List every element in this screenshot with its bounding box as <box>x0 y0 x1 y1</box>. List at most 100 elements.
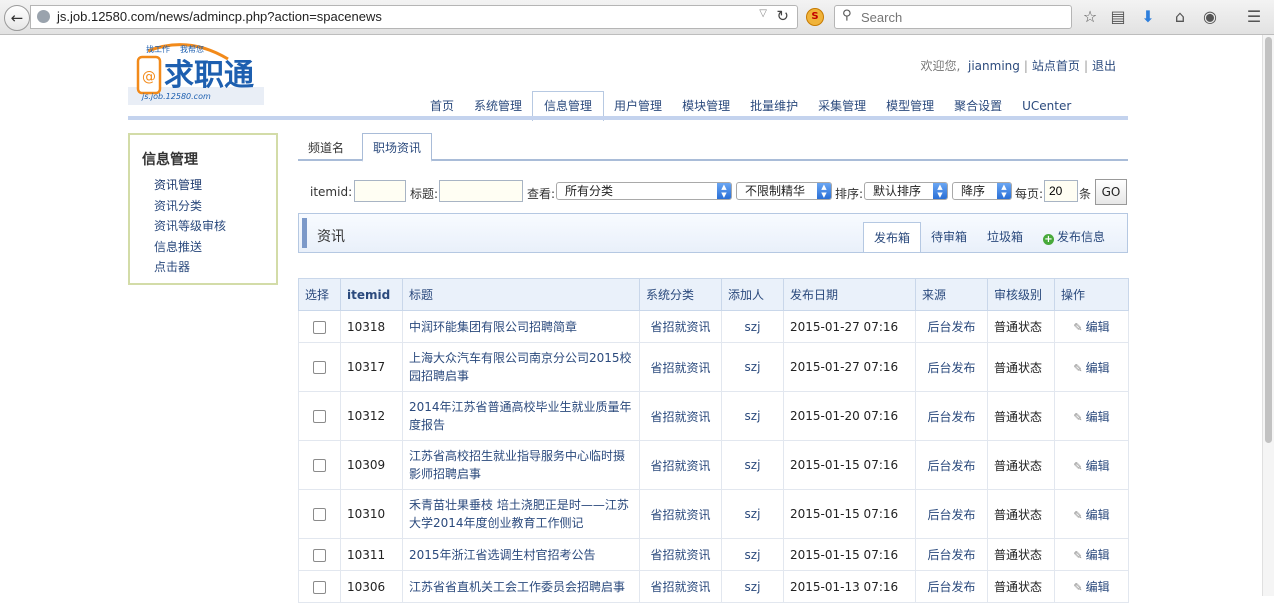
pencil-icon: ✎ <box>1073 361 1083 375</box>
table-row: 10309 江苏省高校招生就业指导服务中心临时摄影师招聘启事 省招就资讯 szj… <box>298 440 1129 490</box>
row-category[interactable]: 省招就资讯 <box>639 538 722 571</box>
row-edit-cell[interactable]: ✎ 编辑 <box>1054 391 1129 441</box>
row-category[interactable]: 省招就资讯 <box>639 342 722 392</box>
col-itemid[interactable]: itemid <box>340 278 403 311</box>
menu-icon[interactable]: ☰ <box>1244 7 1264 26</box>
select-arrows-icon: ▲ ▼ <box>997 183 1011 199</box>
row-author[interactable]: szj <box>721 342 784 392</box>
order-select[interactable]: 降序 ▲ ▼ <box>952 182 1012 200</box>
reading-list-icon[interactable]: ▤ <box>1108 7 1128 26</box>
row-title-link[interactable]: 禾青苗壮果垂枝 培土浇肥正是时——江苏大学2014年度创业教育工作侧记 <box>409 498 629 530</box>
row-category[interactable]: 省招就资讯 <box>639 489 722 539</box>
table-row: 10317 上海大众汽车有限公司南京分公司2015校园招聘启事 省招就资讯 sz… <box>298 342 1129 392</box>
row-source[interactable]: 后台发布 <box>915 538 988 571</box>
dropdown-arrow-icon[interactable]: ▽ <box>759 8 767 19</box>
row-itemid: 10317 <box>340 342 403 392</box>
panel-title: 资讯 <box>317 229 345 245</box>
row-source[interactable]: 后台发布 <box>915 342 988 392</box>
search-input[interactable] <box>859 8 1063 26</box>
row-checkbox[interactable] <box>313 508 326 521</box>
site-home-link[interactable]: 站点首页 <box>1032 59 1080 73</box>
page: @ 找工作 我帮您 求职通 js.job.12580.com 欢迎您, jian… <box>0 35 1262 603</box>
star-icon[interactable]: ☆ <box>1080 7 1100 26</box>
row-category[interactable]: 省招就资讯 <box>639 391 722 441</box>
itemid-input[interactable] <box>354 180 406 202</box>
username-link[interactable]: jianming <box>968 59 1020 73</box>
row-title-cell: 2014年江苏省普通高校毕业生就业质量年度报告 <box>402 391 640 441</box>
row-title-link[interactable]: 2014年江苏省普通高校毕业生就业质量年度报告 <box>409 400 632 432</box>
logo-graphic: @ 找工作 我帮您 求职通 js.job.12580.com <box>128 43 264 105</box>
col-category: 系统分类 <box>639 278 722 311</box>
vertical-scrollbar[interactable] <box>1262 35 1274 596</box>
row-edit-cell[interactable]: ✎ 编辑 <box>1054 440 1129 490</box>
row-level: 普通状态 <box>987 310 1055 343</box>
back-arrow-icon[interactable]: ← <box>4 5 30 31</box>
row-author[interactable]: szj <box>721 440 784 490</box>
title-label: 标题: <box>410 187 439 201</box>
row-source[interactable]: 后台发布 <box>915 440 988 490</box>
logo[interactable]: @ 找工作 我帮您 求职通 js.job.12580.com <box>128 41 264 105</box>
col-source: 来源 <box>915 278 988 311</box>
row-title-cell: 上海大众汽车有限公司南京分公司2015校园招聘启事 <box>402 342 640 392</box>
svg-text:求职通: 求职通 <box>164 58 254 93</box>
search-box[interactable]: ⚲ <box>834 5 1072 29</box>
sidebar-item-clicker[interactable]: 点击器 <box>154 257 226 278</box>
sidebar-item-level-review[interactable]: 资讯等级审核 <box>154 216 226 237</box>
tab-pending-box[interactable]: 待审箱 <box>921 222 977 252</box>
elite-select[interactable]: 不限制精华 ▲ ▼ <box>736 182 832 200</box>
row-author[interactable]: szj <box>721 489 784 539</box>
row-checkbox[interactable] <box>313 459 326 472</box>
row-level: 普通状态 <box>987 538 1055 571</box>
noscript-icon[interactable]: S <box>806 8 824 26</box>
row-source[interactable]: 后台发布 <box>915 489 988 539</box>
reload-icon[interactable]: ↻ <box>776 7 789 25</box>
row-edit-cell[interactable]: ✎ 编辑 <box>1054 538 1129 571</box>
sidebar-item-news-manage[interactable]: 资讯管理 <box>154 175 226 196</box>
go-button[interactable]: GO <box>1095 179 1127 205</box>
row-author[interactable]: szj <box>721 570 784 603</box>
row-category[interactable]: 省招就资讯 <box>639 570 722 603</box>
tab-career-news[interactable]: 职场资讯 <box>362 133 433 162</box>
tab-trash-box[interactable]: 垃圾箱 <box>977 222 1033 252</box>
row-author[interactable]: szj <box>721 310 784 343</box>
row-category[interactable]: 省招就资讯 <box>639 310 722 343</box>
title-input[interactable] <box>439 180 523 202</box>
row-edit-cell[interactable]: ✎ 编辑 <box>1054 570 1129 603</box>
row-title-link[interactable]: 江苏省省直机关工会工作委员会招聘启事 <box>409 580 625 594</box>
tab-publish-box[interactable]: 发布箱 <box>863 222 922 252</box>
publish-info-button[interactable]: + 发布信息 <box>1033 222 1115 252</box>
row-checkbox[interactable] <box>313 361 326 374</box>
row-author[interactable]: szj <box>721 391 784 441</box>
sort-select[interactable]: 默认排序 ▲ ▼ <box>864 182 948 200</box>
row-checkbox[interactable] <box>313 410 326 423</box>
home-icon[interactable]: ⌂ <box>1170 7 1190 26</box>
address-bar[interactable]: js.job.12580.com/news/admincp.php?action… <box>30 5 798 29</box>
row-edit-cell[interactable]: ✎ 编辑 <box>1054 342 1129 392</box>
row-checkbox[interactable] <box>313 548 326 562</box>
row-title-link[interactable]: 中润环能集团有限公司招聘简章 <box>409 320 577 334</box>
row-edit-cell[interactable]: ✎ 编辑 <box>1054 310 1129 343</box>
category-select[interactable]: 所有分类 ▲ ▼ <box>556 182 732 200</box>
scrollbar-thumb[interactable] <box>1265 37 1272 443</box>
row-source[interactable]: 后台发布 <box>915 310 988 343</box>
table-row: 10306 江苏省省直机关工会工作委员会招聘启事 省招就资讯 szj 2015-… <box>298 570 1129 603</box>
sidebar-item-push[interactable]: 信息推送 <box>154 237 226 258</box>
row-author[interactable]: szj <box>721 538 784 571</box>
row-checkbox[interactable] <box>313 580 326 594</box>
row-source[interactable]: 后台发布 <box>915 391 988 441</box>
row-edit-cell[interactable]: ✎ 编辑 <box>1054 489 1129 539</box>
row-title-link[interactable]: 2015年浙江省选调生村官招考公告 <box>409 548 596 562</box>
row-title-link[interactable]: 上海大众汽车有限公司南京分公司2015校园招聘启事 <box>409 351 632 383</box>
svg-text:找工作: 找工作 <box>146 44 170 54</box>
row-category[interactable]: 省招就资讯 <box>639 440 722 490</box>
sidebar-item-news-category[interactable]: 资讯分类 <box>154 196 226 217</box>
row-source[interactable]: 后台发布 <box>915 570 988 603</box>
row-itemid: 10318 <box>340 310 403 343</box>
logout-link[interactable]: 退出 <box>1092 59 1116 73</box>
perpage-input[interactable] <box>1044 180 1078 202</box>
row-checkbox[interactable] <box>313 320 326 334</box>
row-level: 普通状态 <box>987 489 1055 539</box>
download-icon[interactable]: ⬇ <box>1138 7 1158 26</box>
row-title-link[interactable]: 江苏省高校招生就业指导服务中心临时摄影师招聘启事 <box>409 449 625 481</box>
addon-icon[interactable]: ◉ <box>1200 7 1220 26</box>
